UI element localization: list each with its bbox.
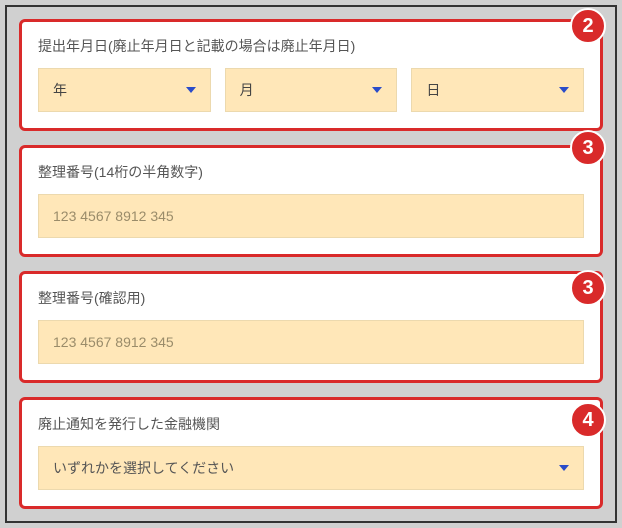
ref-number-confirm-input[interactable] [38,320,584,364]
day-select-value: 日 [426,80,440,100]
step-badge-3: 3 [570,130,606,166]
ref-number-label: 整理番号(14桁の半角数字) [38,162,584,182]
institution-section: 4 廃止通知を発行した金融機関 いずれかを選択してください [19,397,603,509]
ref-number-input[interactable] [38,194,584,238]
step-badge-3-confirm: 3 [570,270,606,306]
year-select-value: 年 [53,80,67,100]
ref-number-confirm-section: 3 整理番号(確認用) [19,271,603,383]
step-badge-4: 4 [570,402,606,438]
ref-number-confirm-label: 整理番号(確認用) [38,288,584,308]
institution-label: 廃止通知を発行した金融機関 [38,414,584,434]
year-select[interactable]: 年 [38,68,211,112]
submission-date-label: 提出年月日(廃止年月日と記載の場合は廃止年月日) [38,36,584,56]
caret-down-icon [559,465,569,471]
submission-date-section: 2 提出年月日(廃止年月日と記載の場合は廃止年月日) 年 月 日 [19,19,603,131]
caret-down-icon [559,87,569,93]
caret-down-icon [186,87,196,93]
step-badge-2: 2 [570,8,606,44]
form-container: 2 提出年月日(廃止年月日と記載の場合は廃止年月日) 年 月 日 3 整理番号(… [5,5,617,523]
month-select[interactable]: 月 [225,68,398,112]
date-row: 年 月 日 [38,68,584,112]
caret-down-icon [372,87,382,93]
day-select[interactable]: 日 [411,68,584,112]
month-select-value: 月 [240,80,254,100]
institution-select[interactable]: いずれかを選択してください [38,446,584,490]
institution-select-value: いずれかを選択してください [53,458,234,478]
ref-number-section: 3 整理番号(14桁の半角数字) [19,145,603,257]
